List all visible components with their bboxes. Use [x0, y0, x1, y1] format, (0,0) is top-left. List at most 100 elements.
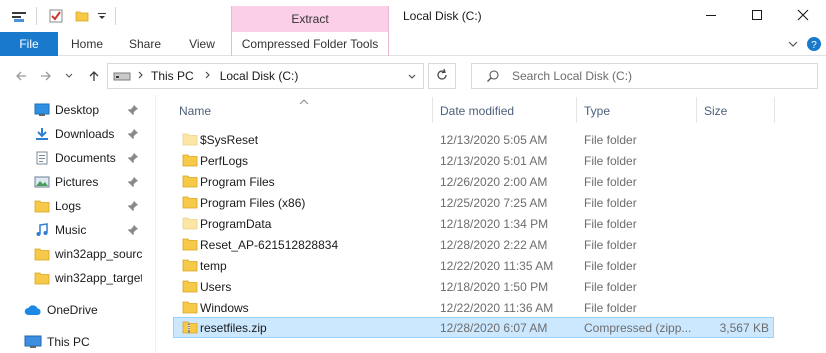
address-dropdown-icon[interactable]	[407, 71, 417, 85]
file-type: Compressed (zipp...	[584, 321, 692, 335]
file-type: File folder	[584, 280, 637, 294]
folder-icon	[182, 174, 198, 188]
nav-item-label: This PC	[47, 335, 90, 349]
context-tab-group-label: Extract	[231, 6, 389, 32]
folder-icon	[34, 247, 50, 261]
maximize-button[interactable]	[734, 0, 780, 32]
table-row[interactable]: Windows 12/22/2020 11:36 AM File folder	[173, 297, 774, 318]
folder-icon	[182, 300, 198, 314]
minimize-button[interactable]	[688, 0, 734, 32]
pin-icon[interactable]	[127, 200, 139, 212]
nav-item-this-pc[interactable]: This PC	[0, 330, 155, 353]
table-row[interactable]: ProgramData 12/18/2020 1:34 PM File fold…	[173, 213, 774, 234]
tab-share[interactable]: Share	[120, 32, 170, 56]
search-placeholder: Search Local Disk (C:)	[512, 69, 633, 83]
column-header-size[interactable]: Size	[704, 104, 727, 118]
close-button[interactable]	[780, 0, 826, 32]
forward-arrow-icon[interactable]	[37, 67, 55, 85]
checkmark-icon[interactable]	[49, 9, 63, 23]
folder-icon	[182, 153, 198, 167]
window-title: Local Disk (C:)	[403, 9, 482, 23]
music-icon	[34, 223, 50, 237]
table-row[interactable]: Users 12/18/2020 1:50 PM File folder	[173, 276, 774, 297]
cloud-icon	[24, 303, 41, 317]
file-type: File folder	[584, 259, 637, 273]
table-row[interactable]: Program Files 12/26/2020 2:00 AM File fo…	[173, 171, 774, 192]
nav-item-onedrive[interactable]: OneDrive	[0, 298, 155, 322]
table-row[interactable]: temp 12/22/2020 11:35 AM File folder	[173, 255, 774, 276]
table-row[interactable]: Program Files (x86) 12/25/2020 7:25 AM F…	[173, 192, 774, 213]
pin-icon[interactable]	[127, 104, 139, 116]
pin-icon[interactable]	[127, 128, 139, 140]
drive-icon	[113, 69, 131, 83]
file-date: 12/25/2020 7:25 AM	[440, 196, 548, 210]
nav-item-logs[interactable]: Logs	[0, 194, 155, 218]
file-date: 12/22/2020 11:36 AM	[440, 301, 554, 315]
pin-icon[interactable]	[127, 176, 139, 188]
tab-compressed-folder-tools[interactable]: Compressed Folder Tools	[231, 32, 389, 56]
folder-icon[interactable]	[75, 9, 89, 23]
sort-ascending-icon	[299, 94, 309, 108]
address-bar[interactable]: This PC Local Disk (C:)	[107, 63, 424, 89]
tab-file[interactable]: File	[0, 32, 58, 56]
nav-item-pictures[interactable]: Pictures	[0, 170, 155, 194]
back-arrow-icon[interactable]	[12, 67, 30, 85]
quick-access-properties-icon[interactable]	[12, 9, 26, 23]
folder-faded-icon	[182, 132, 198, 146]
title-bar: Extract Local Disk (C:)	[0, 0, 826, 32]
recent-locations-chevron-icon[interactable]	[63, 67, 75, 85]
breadcrumb-this-pc[interactable]: This PC	[151, 69, 194, 83]
table-row[interactable]: $SysReset 12/13/2020 5:05 AM File folder	[173, 129, 774, 150]
column-header-name[interactable]: Name	[179, 104, 211, 118]
breadcrumb-chevron-icon[interactable]	[137, 69, 145, 83]
file-name: Program Files (x86)	[200, 196, 306, 210]
maximize-icon	[751, 9, 763, 24]
help-icon[interactable]: ?	[806, 36, 822, 52]
zip-file-icon	[182, 320, 198, 334]
refresh-button[interactable]	[428, 63, 456, 89]
column-divider[interactable]	[576, 97, 577, 123]
column-divider[interactable]	[432, 97, 433, 123]
column-divider[interactable]	[774, 97, 775, 123]
file-type: File folder	[584, 154, 637, 168]
customize-dropdown-icon[interactable]	[97, 9, 111, 23]
nav-item-documents[interactable]: Documents	[0, 146, 155, 170]
documents-icon	[34, 151, 50, 165]
folder-icon	[182, 279, 198, 293]
file-type: File folder	[584, 175, 637, 189]
nav-item-win32app-source[interactable]: win32app_sourc	[0, 242, 155, 266]
expand-ribbon-icon[interactable]	[785, 36, 801, 52]
file-date: 12/28/2020 6:07 AM	[440, 321, 548, 335]
minimize-icon	[705, 9, 717, 24]
tab-view[interactable]: View	[177, 32, 227, 56]
table-row-selected[interactable]: resetfiles.zip 12/28/2020 6:07 AM Compre…	[173, 317, 774, 338]
column-divider[interactable]	[696, 97, 697, 123]
refresh-icon	[435, 68, 449, 85]
pin-icon[interactable]	[127, 224, 139, 236]
table-row[interactable]: PerfLogs 12/13/2020 5:01 AM File folder	[173, 150, 774, 171]
file-date: 12/18/2020 1:34 PM	[440, 217, 549, 231]
nav-item-label: win32app_target	[55, 271, 142, 285]
breadcrumb-chevron-icon[interactable]	[204, 69, 212, 83]
breadcrumb-local-disk[interactable]: Local Disk (C:)	[220, 69, 299, 83]
nav-item-win32app-target[interactable]: win32app_target	[0, 266, 155, 290]
file-date: 12/18/2020 1:50 PM	[440, 280, 549, 294]
computer-icon	[24, 335, 42, 349]
nav-item-desktop[interactable]: Desktop	[0, 98, 155, 122]
nav-item-downloads[interactable]: Downloads	[0, 122, 155, 146]
search-box[interactable]: Search Local Disk (C:)	[471, 63, 818, 89]
file-size: 3,567 KB	[719, 321, 769, 335]
folder-icon	[34, 271, 50, 285]
file-name: resetfiles.zip	[200, 321, 267, 335]
nav-item-music[interactable]: Music	[0, 218, 155, 242]
up-arrow-icon[interactable]	[85, 67, 103, 85]
tab-home[interactable]: Home	[62, 32, 112, 56]
toolbar-divider	[36, 7, 37, 25]
table-row[interactable]: Reset_AP-621512828834 12/28/2020 2:22 AM…	[173, 234, 774, 255]
column-header-date[interactable]: Date modified	[440, 104, 514, 118]
desktop-icon	[34, 103, 50, 117]
pin-icon[interactable]	[127, 152, 139, 164]
column-header-type[interactable]: Type	[584, 104, 610, 118]
file-date: 12/13/2020 5:01 AM	[440, 154, 548, 168]
file-name: PerfLogs	[200, 154, 249, 168]
